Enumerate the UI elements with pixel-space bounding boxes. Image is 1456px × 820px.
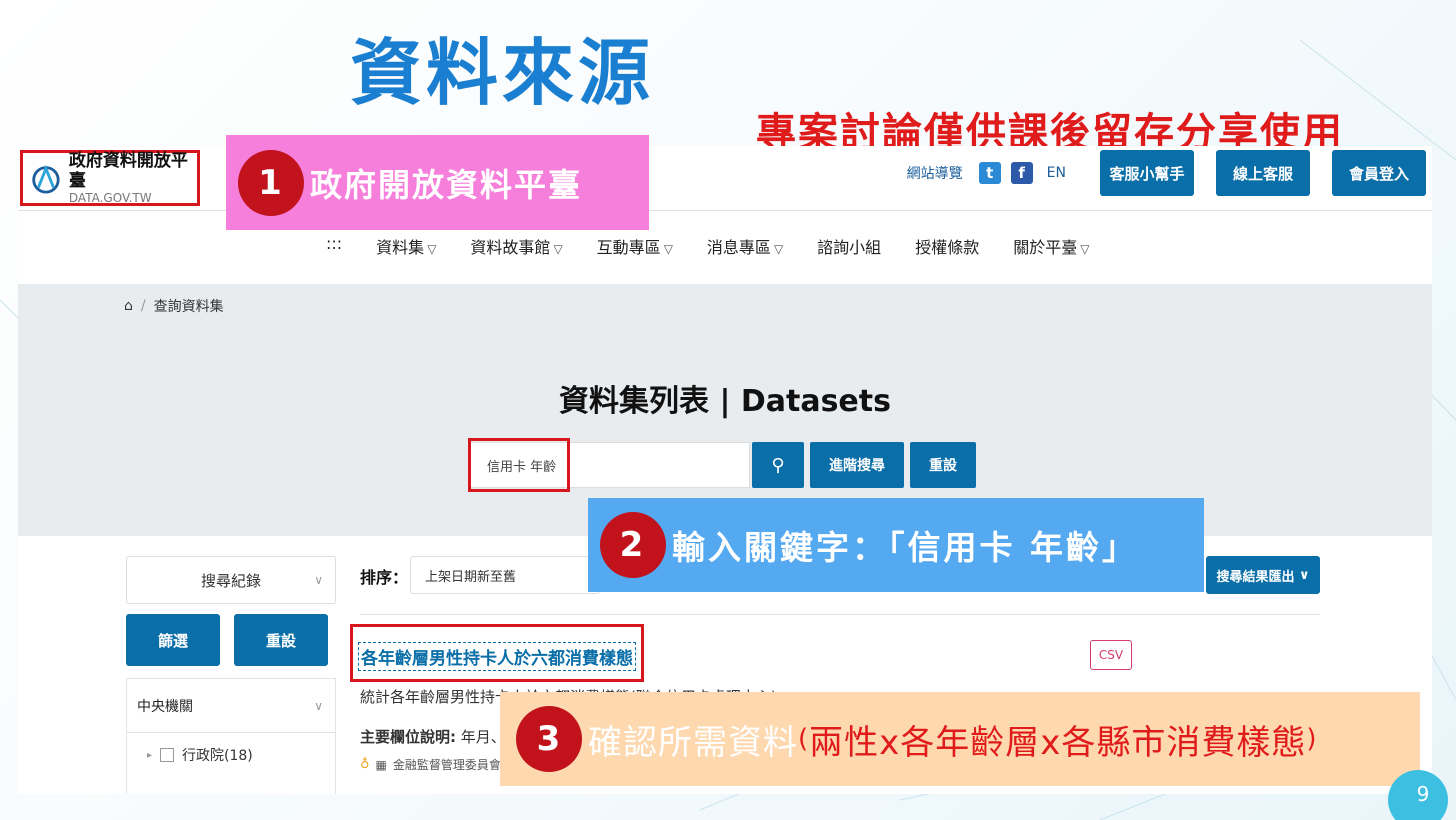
- nav-item-news[interactable]: 消息專區 ▽: [707, 234, 783, 258]
- page-title: 資料集列表 | Datasets: [559, 384, 891, 419]
- advanced-search-button[interactable]: 進階搜尋: [810, 442, 904, 488]
- format-badge[interactable]: CSV: [1090, 640, 1132, 670]
- language-link[interactable]: EN: [1047, 165, 1066, 181]
- breadcrumb-current: 查詢資料集: [153, 299, 224, 315]
- online-service-button[interactable]: 線上客服: [1216, 150, 1310, 196]
- sitemap-link[interactable]: 網站導覽: [907, 163, 963, 183]
- home-icon[interactable]: ⌂: [124, 298, 133, 314]
- nav-item-interactive[interactable]: 互動專區 ▽: [597, 234, 673, 258]
- caret-right-icon: ▸: [147, 749, 153, 761]
- filter-item[interactable]: ▸ 行政院(18): [127, 733, 335, 765]
- nav-item-stories[interactable]: 資料故事館 ▽: [470, 234, 562, 258]
- step-number: 3: [516, 706, 582, 772]
- logo-name: 政府資料開放平臺: [68, 151, 188, 191]
- top-links: 網站導覽 t f EN 客服小幫手 線上客服 會員登入: [907, 150, 1426, 196]
- slide-title: 資料來源: [350, 31, 655, 115]
- facebook-icon[interactable]: f: [1010, 162, 1033, 184]
- callout-2: 2 輸入關鍵字：「信用卡 年齡」: [588, 498, 1204, 592]
- filter-checkbox[interactable]: [160, 748, 175, 762]
- nav-item-datasets[interactable]: 資料集 ▽: [376, 234, 436, 258]
- slide-note: 專案討論僅供課後留存分享使用: [756, 110, 1344, 148]
- search-icon[interactable]: ⚲: [752, 442, 804, 488]
- chevron-down-icon: ▽: [553, 242, 563, 256]
- breadcrumb: ⌂ / 查詢資料集: [124, 298, 224, 315]
- callout-3: 3 確認所需資料 ( 兩性x各年齡層x各縣市消費樣態 ): [500, 692, 1420, 786]
- chevron-down-icon: ∨: [314, 573, 323, 587]
- dataset-fields: 主要欄位說明: 年月、: [360, 728, 506, 746]
- reset-search-button[interactable]: 重設: [910, 442, 976, 488]
- building-icon: ▦: [375, 757, 387, 772]
- help-button[interactable]: 客服小幫手: [1100, 150, 1194, 196]
- nav-item-about[interactable]: 關於平臺 ▽: [1013, 234, 1089, 258]
- search-history-select[interactable]: 搜尋紀錄 ∨: [126, 556, 336, 604]
- filter-button[interactable]: 篩選: [126, 614, 220, 666]
- filter-group-header[interactable]: 中央機關 ∨: [127, 679, 335, 733]
- nav-menu-icon[interactable]: :::: [326, 234, 342, 258]
- sort-label: 排序：: [360, 568, 409, 587]
- step-number: 2: [600, 512, 666, 578]
- chevron-down-icon: ▽: [427, 242, 437, 256]
- chevron-down-icon: ▽: [773, 242, 784, 256]
- nav-item-license[interactable]: 授權條款: [915, 234, 979, 258]
- list-divider: [360, 614, 1320, 615]
- logo-sub: DATA.GOV.TW: [68, 191, 152, 205]
- dataset-title-link[interactable]: 各年齡層男性持卡人於六都消費樣態: [358, 642, 636, 671]
- login-button[interactable]: 會員登入: [1332, 150, 1426, 196]
- step-number: 1: [238, 149, 304, 216]
- chevron-down-icon: ∨: [314, 698, 323, 713]
- filter-panel: 中央機關 ∨ ▸ 行政院(18): [126, 678, 336, 794]
- twitter-icon[interactable]: t: [978, 162, 1001, 184]
- export-results-button[interactable]: 搜尋結果匯出 ∨: [1206, 556, 1320, 594]
- site-logo[interactable]: 政府資料開放平臺 DATA.GOV.TW: [20, 150, 200, 206]
- callout-1: 1 政府開放資料平臺: [226, 135, 649, 230]
- sidebar-reset-button[interactable]: 重設: [234, 614, 328, 666]
- main-nav: ::: 資料集 ▽ 資料故事館 ▽ 互動專區 ▽ 消息專區 ▽ 諮詢小組 授權條款 關於…: [326, 234, 1089, 258]
- chevron-down-icon: ▽: [1080, 242, 1090, 256]
- search-highlight-box: [468, 438, 570, 492]
- award-icon: ♁: [360, 757, 370, 772]
- logo-icon: [32, 164, 60, 194]
- sort-select[interactable]: 上架日期新至舊: [410, 556, 600, 594]
- nav-item-consult[interactable]: 諮詢小組: [817, 234, 881, 258]
- chevron-down-icon: ▽: [663, 242, 673, 256]
